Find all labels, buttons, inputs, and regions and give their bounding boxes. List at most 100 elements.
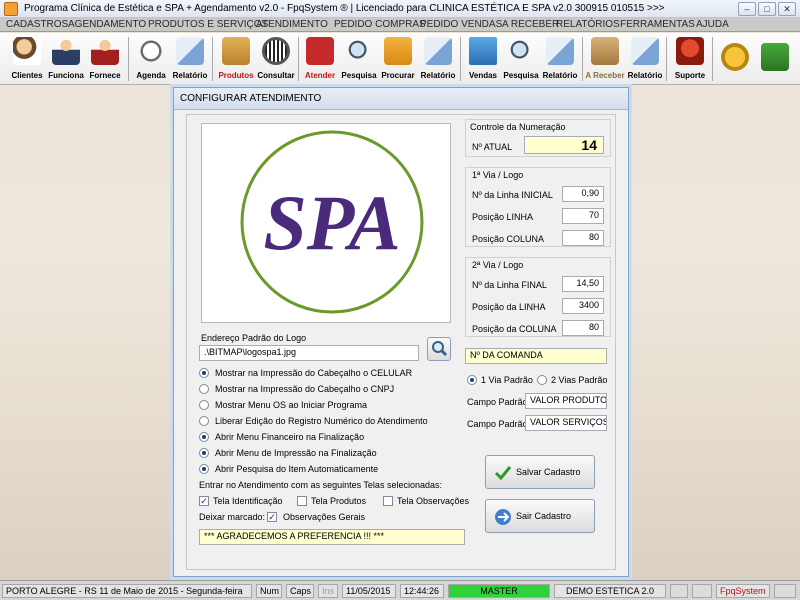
via1-posicao-coluna-input[interactable]: 80 [562, 230, 604, 246]
via2-padrao-radio[interactable] [537, 375, 547, 385]
observacoes-gerais-checkbox[interactable]: ✓ [267, 512, 277, 522]
campo-padrao-1-input[interactable]: VALOR PRODUTOS [525, 393, 607, 409]
key-icon[interactable] [692, 584, 712, 598]
via1-group: 1ª Via / Logo Nº da Linha INICIAL 0,90 P… [465, 167, 611, 247]
status-city-date: PORTO ALEGRE - RS 11 de Maio de 2015 - S… [2, 584, 252, 598]
menu-agendamento[interactable]: AGENDAMENTO [68, 19, 146, 30]
opt-celular-radio[interactable] [199, 368, 209, 378]
via2-posicao-linha-input[interactable]: 3400 [562, 298, 604, 314]
menu-cadastros[interactable]: CADASTROS [6, 19, 68, 30]
clientes-button[interactable]: Clientes [8, 35, 46, 82]
via1-posicao-linha-input[interactable]: 70 [562, 208, 604, 224]
title-bar: Programa Clínica de Estética e SPA + Age… [0, 0, 800, 18]
via2-title: 2ª Via / Logo [472, 260, 524, 270]
power-icon[interactable] [774, 584, 796, 598]
opt-menu-financeiro-radio[interactable] [199, 432, 209, 442]
numero-atual-value[interactable]: 14 [524, 136, 604, 154]
via2-linha-final-input[interactable]: 14,50 [562, 276, 604, 292]
close-button[interactable]: ✕ [778, 2, 796, 16]
comanda-field[interactable]: Nº DA COMANDA [465, 348, 607, 364]
exit-cadastro-button[interactable]: Sair Cadastro [485, 499, 595, 533]
save-button[interactable]: Salvar Cadastro [485, 455, 595, 489]
configurar-atendimento-dialog: CONFIGURAR ATENDIMENTO SPA Endereço Padr… [173, 87, 629, 577]
logo-path-label: Endereço Padrão do Logo [201, 333, 307, 343]
opt-pesquisa-item-label: Abrir Pesquisa do Item Automaticamente [215, 464, 379, 474]
opt-liberar-edicao-radio[interactable] [199, 416, 209, 426]
via2-posicao-coluna-input[interactable]: 80 [562, 320, 604, 336]
procurar-button[interactable]: Procurar [378, 35, 418, 82]
fornece-button[interactable]: Fornece [86, 35, 124, 82]
opt-menu-os-radio[interactable] [199, 400, 209, 410]
magnifier-icon [345, 37, 373, 65]
consultar-button[interactable]: Consultar [256, 35, 296, 82]
printer-icon[interactable] [670, 584, 688, 598]
via2-linha-final-label: Nº da Linha FINAL [472, 280, 547, 290]
report-icon [631, 37, 659, 65]
browse-logo-button[interactable] [427, 337, 451, 361]
menu-pedido-vendas[interactable]: PEDIDO VENDAS [420, 19, 502, 30]
report-icon [176, 37, 204, 65]
minimize-button[interactable]: ‒ [738, 2, 756, 16]
money-bag-button[interactable] [716, 35, 754, 82]
campo-padrao-1-label: Campo Padrão [467, 397, 528, 407]
relatorio-receber-button[interactable]: Relatório [626, 35, 664, 82]
status-caps: Caps [286, 584, 314, 598]
monitor-icon [469, 37, 497, 65]
deixar-marcado-label: Deixar marcado: [199, 512, 266, 522]
status-company: DEMO ESTETICA 2.0 [554, 584, 666, 598]
a-receber-button[interactable]: A Receber [584, 35, 626, 82]
toolbar-separator [666, 37, 667, 81]
atender-button[interactable]: Atender [300, 35, 340, 82]
menu-pedido-compras[interactable]: PEDIDO COMPRAS [334, 19, 426, 30]
produtos-button[interactable]: Produtos [216, 35, 256, 82]
exit-button[interactable] [756, 35, 794, 82]
relatorio-agenda-button[interactable]: Relatório [170, 35, 210, 82]
relatorio-atendimento-button[interactable]: Relatório [418, 35, 458, 82]
menu-atendimento[interactable]: ATENDIMENTO [256, 19, 328, 30]
opt-cnpj-radio[interactable] [199, 384, 209, 394]
pesquisa-vendas-button[interactable]: Pesquisa [502, 35, 540, 82]
tela-observacoes-label: Tela Observações [397, 496, 470, 506]
menu-ferramentas[interactable]: FERRAMENTAS [620, 19, 695, 30]
status-ins: Ins [318, 584, 338, 598]
via1-linha-inicial-label: Nº da Linha INICIAL [472, 190, 553, 200]
relatorio-vendas-button[interactable]: Relatório [540, 35, 580, 82]
opt-pesquisa-item-radio[interactable] [199, 464, 209, 474]
tela-produtos-checkbox[interactable] [297, 496, 307, 506]
app-icon [4, 2, 18, 16]
footer-message-input[interactable]: *** AGRADECEMOS A PREFERENCIA !!! *** [199, 529, 465, 545]
toolbar-separator [128, 37, 129, 81]
via1-padrao-label: 1 Via Padrão [481, 375, 533, 385]
menu-relatorios[interactable]: RELATÓRIOS [556, 19, 620, 30]
tela-observacoes-checkbox[interactable] [383, 496, 393, 506]
opt-liberar-edicao-label: Liberar Edição do Registro Numérico do A… [215, 416, 428, 426]
tela-identificacao-label: Tela Identificação [213, 496, 283, 506]
magnifier-icon [507, 37, 535, 65]
arrow-right-icon [495, 509, 511, 525]
agenda-button[interactable]: Agenda [132, 35, 170, 82]
logo-path-input[interactable]: .\BITMAP\logospa1.jpg [199, 345, 419, 361]
funciona-button[interactable]: Funciona [46, 35, 86, 82]
suporte-button[interactable]: Suporte [670, 35, 710, 82]
via1-padrao-radio[interactable] [467, 375, 477, 385]
menu-produtos-servicos[interactable]: PRODUTOS E SERVIÇOS [148, 19, 268, 30]
opt-menu-impressao-radio[interactable] [199, 448, 209, 458]
flower-icon [306, 37, 334, 65]
people-icon [13, 37, 41, 65]
toolbar-separator [582, 37, 583, 81]
via2-posicao-coluna-label: Posição da COLUNA [472, 324, 557, 334]
dialog-title-bar: CONFIGURAR ATENDIMENTO [174, 88, 628, 110]
menu-ajuda[interactable]: AJUDA [696, 19, 729, 30]
via2-padrao-label: 2 Vias Padrão [551, 375, 608, 385]
numero-atual-label: Nº ATUAL [472, 142, 513, 152]
vendas-button[interactable]: Vendas [464, 35, 502, 82]
maximize-button[interactable]: □ [758, 2, 776, 16]
exit-button-label: Sair Cadastro [516, 511, 572, 521]
opt-menu-os-label: Mostrar Menu OS ao Iniciar Programa [215, 400, 368, 410]
campo-padrao-2-input[interactable]: VALOR SERVIÇOS [525, 415, 607, 431]
menu-a-receber[interactable]: A RECEBER [502, 19, 559, 30]
via1-linha-inicial-input[interactable]: 0,90 [562, 186, 604, 202]
supplier-icon [91, 37, 119, 65]
pesquisa-atendimento-button[interactable]: Pesquisa [340, 35, 378, 82]
tela-identificacao-checkbox[interactable]: ✓ [199, 496, 209, 506]
